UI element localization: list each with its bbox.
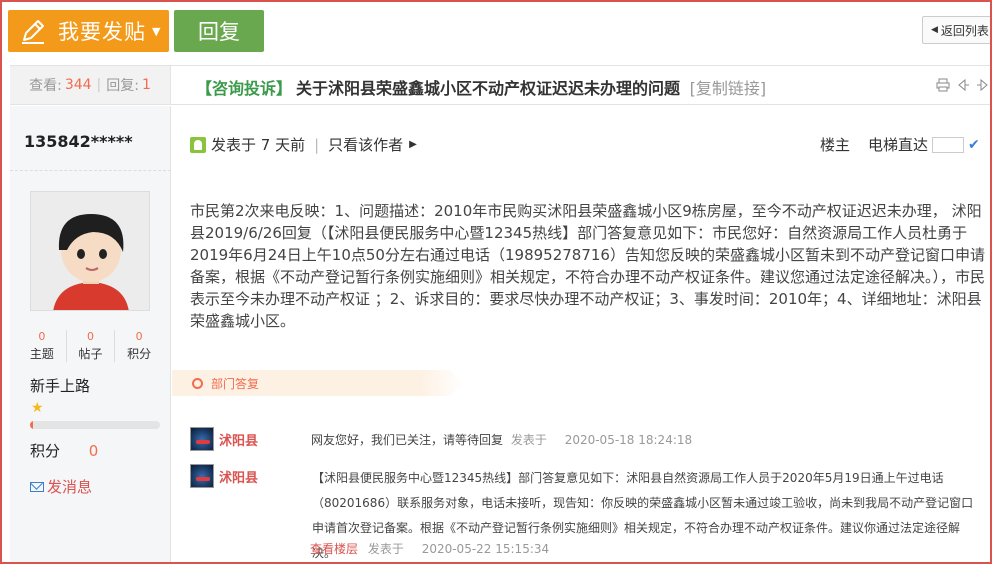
elevator-label: 电梯直达 <box>868 136 929 154</box>
views-label: 查看: <box>29 78 62 94</box>
author-name[interactable]: 135842***** <box>24 132 133 151</box>
dept-name[interactable]: 沭阳县 <box>219 467 258 486</box>
print-icon[interactable] <box>936 77 950 93</box>
default-avatar-icon <box>31 192 149 310</box>
points-row-label: 积分 <box>30 442 61 460</box>
thread-title-text: 关于沭阳县荣盛鑫城小区不动产权证迟迟未办理的问题 <box>296 79 681 98</box>
send-message-link[interactable]: 发消息 <box>30 476 92 497</box>
header-icons <box>936 77 990 93</box>
stats-divider: | <box>96 77 102 93</box>
posted-label: 发表于 <box>510 433 547 447</box>
replies-label: 回复: <box>106 78 139 94</box>
send-message-label: 发消息 <box>47 478 93 496</box>
posts-count: 0 <box>87 330 94 343</box>
points-stat[interactable]: 0 积分 <box>115 330 163 362</box>
reply-time: 2020-05-18 18:24:18 <box>564 433 693 447</box>
replies-count: 1 <box>141 77 151 93</box>
points-row: 积分 0 <box>30 440 98 461</box>
dept-reply-tag: 部门答复 <box>172 370 464 396</box>
divider <box>10 170 171 171</box>
thread-title: 【咨询投诉】 关于沭阳县荣盛鑫城小区不动产权证迟迟未办理的问题 [复制链接] <box>196 75 766 99</box>
back-to-list-label: 返回列表 <box>940 23 989 38</box>
views-count: 344 <box>64 77 92 93</box>
floor-label: 楼主 <box>820 136 851 154</box>
reply-button[interactable]: 回复 <box>174 10 264 52</box>
new-post-label: 我要发贴 <box>58 20 146 44</box>
dept-reply-body: 网友您好，我们已关注，请等待回复 <box>311 433 504 447</box>
mail-icon <box>30 481 44 492</box>
prev-thread-icon[interactable] <box>956 77 970 93</box>
points-count: 0 <box>135 330 143 343</box>
topics-count: 0 <box>38 330 46 343</box>
reply-time: 2020-05-22 15:15:34 <box>421 542 550 556</box>
thread-category[interactable]: 【咨询投诉】 <box>196 79 292 98</box>
user-rank[interactable]: 新手上路 <box>30 375 90 396</box>
back-to-list-button[interactable]: ◀ 返回列表 <box>922 16 992 44</box>
next-thread-icon[interactable] <box>976 77 990 93</box>
only-author-link[interactable]: 只看该作者 <box>328 134 403 155</box>
dept-reply-text: 网友您好，我们已关注，请等待回复 发表于 2020-05-18 18:24:18 <box>311 431 692 448</box>
post-content: 市民第2次来电反映：1、问题描述：2010年市民购买沭阳县荣盛鑫城小区9栋房屋，… <box>190 202 986 330</box>
thread-header: 查看: 344 | 回复: 1 【咨询投诉】 关于沭阳县荣盛鑫城小区不动产权证迟迟… <box>10 65 992 105</box>
circle-icon <box>192 378 203 389</box>
author-stats: 0 主题 0 帖子 0 积分 <box>18 330 163 362</box>
dept-logo-icon[interactable] <box>190 427 214 451</box>
top-toolbar: 我要发贴 ▼ 回复 ◀ 返回列表 <box>8 10 992 52</box>
posts-stat[interactable]: 0 帖子 <box>67 330 116 362</box>
go-icon[interactable]: ✔ <box>968 137 980 153</box>
posted-label: 发表于 <box>367 542 404 556</box>
meta-divider: | <box>314 135 320 154</box>
dropdown-caret-icon: ▼ <box>152 24 161 38</box>
rank-progress-fill <box>30 421 33 429</box>
post-time: 发表于 7 天前 <box>211 136 306 154</box>
star-icon: ★ <box>31 400 44 416</box>
points-label: 积分 <box>127 347 152 361</box>
rank-progress-bar <box>30 421 160 429</box>
dept-logo-icon[interactable] <box>190 464 214 488</box>
copy-link-button[interactable]: [复制链接] <box>690 79 767 98</box>
dept-reply-label: 部门答复 <box>211 377 260 391</box>
caret-right-icon: ▶ <box>409 139 417 150</box>
dept-reply-footer: 查看楼层 发表于 2020-05-22 15:15:34 <box>310 540 549 557</box>
dept-name[interactable]: 沭阳县 <box>219 430 258 449</box>
view-floor-link[interactable]: 查看楼层 <box>310 542 358 556</box>
points-row-value: 0 <box>88 442 99 460</box>
elevator-input[interactable] <box>932 136 965 153</box>
pencil-icon <box>22 20 44 44</box>
online-user-icon <box>190 136 206 153</box>
topics-stat[interactable]: 0 主题 <box>18 330 67 362</box>
post-meta: 发表于 7 天前 | 只看该作者 ▶ <box>190 134 417 155</box>
floor-info: 楼主 电梯直达 ✔ <box>820 134 980 155</box>
chevron-left-icon: ◀ <box>931 25 938 35</box>
new-post-button[interactable]: 我要发贴 ▼ <box>8 10 169 52</box>
author-sidebar: 135842***** 0 主题 0 帖子 0 积分 新手上路 ★ 积分 0 发… <box>10 106 171 564</box>
thread-stats: 查看: 344 | 回复: 1 <box>10 66 171 104</box>
posts-label: 帖子 <box>78 347 103 361</box>
topics-label: 主题 <box>29 347 54 361</box>
avatar[interactable] <box>30 191 150 311</box>
